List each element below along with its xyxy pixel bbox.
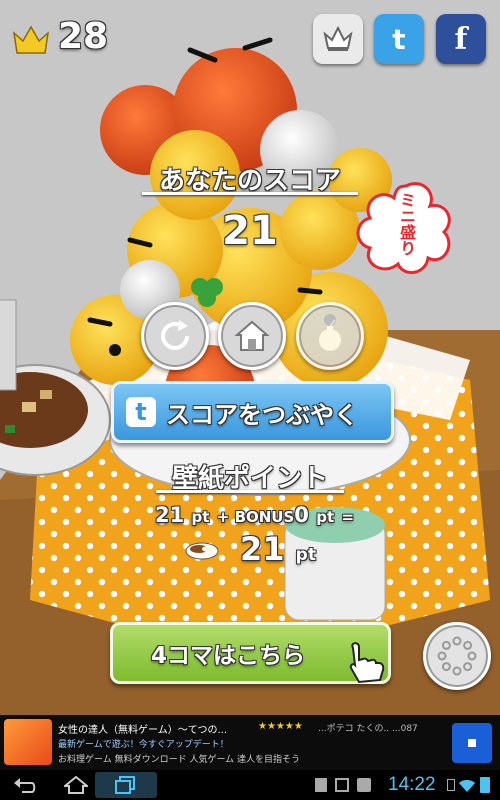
bomb-button[interactable] (296, 302, 364, 370)
total-pt-unit: pt (295, 545, 316, 565)
ad-app-icon (4, 719, 52, 765)
sd-card-icon (315, 778, 327, 792)
crown-icon (323, 26, 353, 51)
back-arrow-icon (14, 778, 36, 793)
ad-line1: 女性の達人（無料ゲーム）～てつの... (58, 725, 228, 736)
home-button[interactable] (218, 302, 286, 370)
mini-portion-text: ミニ盛り (397, 192, 416, 256)
level-count: 28 (58, 16, 109, 57)
twitter-button[interactable]: t (374, 14, 424, 64)
score-title-underline (142, 192, 358, 195)
facebook-button[interactable]: f (436, 14, 486, 64)
ad-banner[interactable]: 女性の達人（無料ゲーム）～てつの... ★★★★★ ...ポテコ たくの.. .… (0, 715, 500, 770)
ad-rating: ★★★★★ (258, 721, 303, 732)
twitter-bird-icon: t (126, 397, 156, 427)
pointing-hand-icon (345, 640, 389, 684)
retry-button[interactable] (141, 302, 209, 370)
facebook-icon: f (454, 21, 468, 57)
gallery-icon (335, 778, 349, 792)
score-value: 21 (222, 208, 278, 254)
bonus-pt-value: 0 (294, 503, 309, 527)
battery-icon (480, 777, 490, 793)
recent-apps-icon (115, 776, 135, 794)
curry-icon (185, 538, 219, 560)
total-points: 21 pt (240, 530, 316, 568)
back-button[interactable] (12, 775, 36, 795)
total-pt-value: 21 (240, 530, 285, 568)
crown-level-icon (12, 23, 50, 55)
comic-label: 4コマはこちら (151, 643, 306, 669)
bonus-label: + BONUS (216, 508, 295, 526)
recent-apps-button[interactable] (95, 772, 157, 798)
ad-line2: 最新ゲームで遊ぶ！今すぐアップデート！ (58, 740, 229, 750)
clock-time: 14:22 (388, 774, 436, 795)
wallpaper-title-underline (156, 490, 344, 493)
more-button[interactable] (423, 622, 491, 690)
game-scene: 28 t f あなたのスコア 21 ミニ盛り t スコアをつぶやく 壁紙ポイント… (0, 0, 500, 715)
ad-line1-right: ...ポテコ たくの.. ...087 (318, 724, 418, 734)
retry-icon (161, 320, 189, 350)
wallpaper-formula: 21 pt + BONUS0 pt = (155, 503, 354, 527)
home-nav-button[interactable] (62, 775, 90, 794)
bluetooth-icon (447, 779, 455, 791)
home-nav-icon (62, 775, 90, 794)
bomb-icon (319, 319, 341, 351)
equals-sign: = (341, 508, 355, 526)
bonus-pt-unit: pt (316, 508, 335, 526)
wifi-icon (459, 778, 475, 792)
score-pt-value: 21 (155, 503, 185, 527)
home-icon (234, 320, 270, 351)
ad-line3: お料理ゲーム 無料ダウンロード 人気ゲーム 達人を目指そう (58, 755, 301, 765)
more-icon (437, 636, 477, 676)
score-pt-unit: pt (191, 508, 210, 526)
system-navigation-bar: 14:22 (0, 770, 500, 800)
tweet-score-label: スコアをつぶやく (166, 400, 358, 429)
store-icon (357, 778, 371, 792)
tweet-score-button[interactable]: t スコアをつぶやく (111, 381, 394, 443)
ad-info-button[interactable] (452, 723, 492, 763)
mini-portion-badge: ミニ盛り (352, 178, 460, 278)
ranking-button[interactable] (313, 14, 363, 64)
twitter-icon: t (392, 22, 406, 56)
